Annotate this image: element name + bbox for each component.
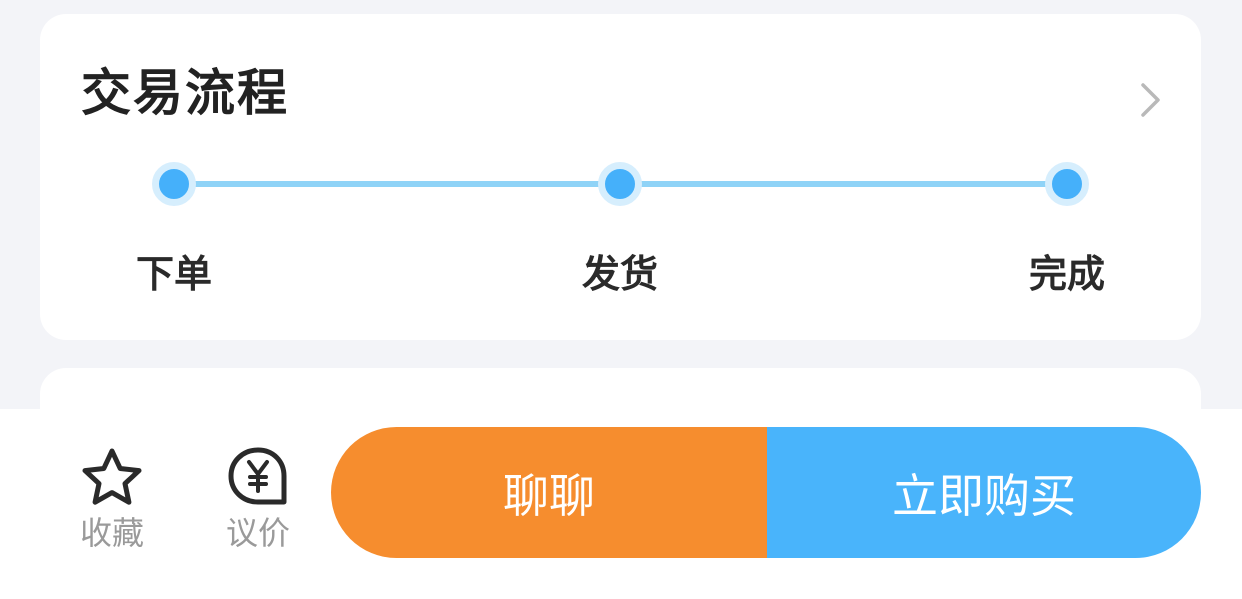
step-dot-order (152, 162, 196, 206)
negotiate-button[interactable]: 议价 (203, 445, 313, 553)
chat-button[interactable]: 聊聊 (331, 427, 767, 558)
yen-bubble-icon (228, 447, 287, 505)
step-label-complete: 完成 (1028, 252, 1105, 296)
step-dot-complete (1045, 162, 1089, 206)
trade-process-card[interactable]: 交易流程 下单 发货 完成 (40, 14, 1201, 340)
bottom-action-bar: 收藏 议价 聊聊 立即购买 (0, 409, 1242, 599)
trade-process-title: 交易流程 (81, 64, 289, 122)
favorite-button[interactable]: 收藏 (57, 447, 167, 553)
chevron-right-icon[interactable] (1130, 80, 1170, 120)
buy-now-button[interactable]: 立即购买 (767, 427, 1201, 558)
star-icon (82, 448, 142, 505)
step-label-order: 下单 (135, 252, 212, 296)
step-label-ship: 发货 (581, 252, 658, 296)
negotiate-label: 议价 (225, 514, 290, 552)
favorite-label: 收藏 (79, 514, 144, 552)
step-dot-ship (598, 162, 642, 206)
